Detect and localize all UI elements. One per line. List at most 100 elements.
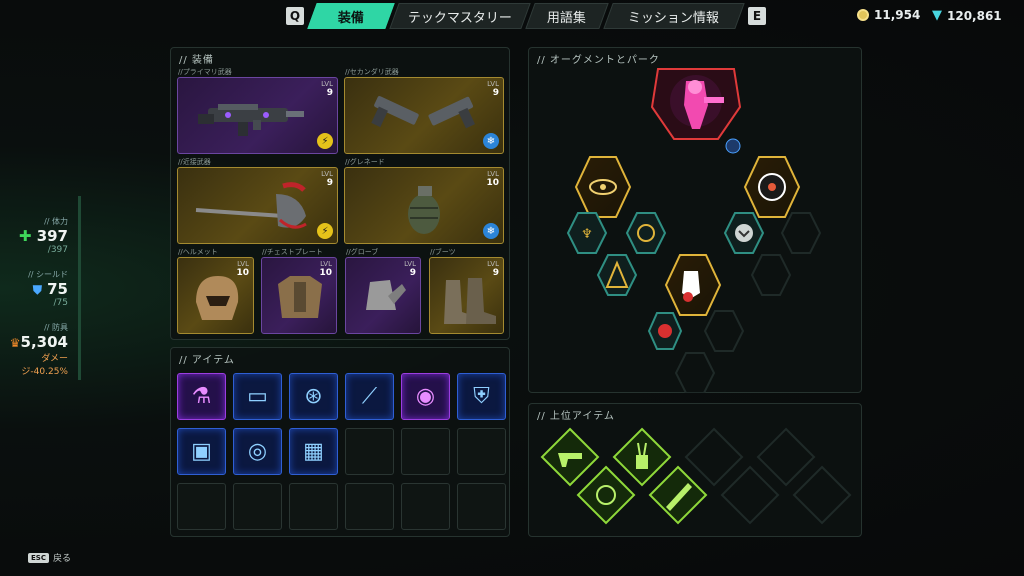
tab-tech-mastery[interactable]: テックマスタリー	[389, 3, 531, 29]
rifle-icon	[198, 104, 304, 136]
secondary-weapon-slot[interactable]: LVL 9 ❄	[344, 77, 504, 154]
gloves-label: //グローブ	[346, 248, 379, 256]
gloves-slot[interactable]: LVL 9	[345, 257, 421, 334]
yin-yang-icon	[725, 138, 741, 154]
item-slot[interactable]: ▭	[233, 373, 282, 420]
augment-shield-core[interactable]	[625, 212, 667, 254]
augment-eye[interactable]	[574, 156, 632, 218]
tab-glossary[interactable]: 用語集	[525, 3, 609, 29]
augment-bird[interactable]: ♆	[566, 212, 608, 254]
tab-next-key[interactable]: E	[748, 7, 766, 25]
svg-text:♆: ♆	[581, 227, 593, 242]
augment-compass[interactable]	[743, 156, 801, 218]
tab-bar: Q 装備 テックマスタリー 用語集 ミッション情報 E	[286, 3, 766, 29]
top-items-grid	[540, 427, 852, 525]
item-slot[interactable]: ⚗	[177, 373, 226, 420]
item-slot-empty[interactable]	[345, 428, 394, 475]
item-slot-empty[interactable]	[401, 483, 450, 530]
tab-mission-info[interactable]: ミッション情報	[603, 3, 745, 29]
melee-weapon-level: LVL 9	[321, 170, 333, 188]
empty-top-item-slots	[684, 427, 852, 525]
item-slot[interactable]: ⊛	[289, 373, 338, 420]
coin-counter: 11,954	[857, 8, 920, 22]
shield-label: // シールド	[28, 270, 68, 279]
stat-divider	[78, 196, 81, 380]
tab-prev-key[interactable]: Q	[286, 7, 304, 25]
augment-chevron[interactable]	[723, 212, 765, 254]
item-slot[interactable]: ▣	[177, 428, 226, 475]
top-item-pistol[interactable]	[540, 427, 600, 487]
shield-icon: ⛊	[32, 283, 42, 297]
boots-label: //ブーツ	[430, 248, 456, 256]
armor-label: // 防具	[44, 323, 68, 332]
gem-counter: ▼ 120,861	[932, 8, 1002, 23]
item-slot[interactable]: ◉	[401, 373, 450, 420]
helmet-label: //ヘルメット	[178, 248, 218, 256]
item-slot-empty[interactable]	[401, 428, 450, 475]
armor-damage-label: ダメー	[41, 354, 68, 364]
item-slot-empty[interactable]	[457, 428, 506, 475]
item-slot-empty[interactable]	[233, 483, 282, 530]
grenade-slot[interactable]: LVL 10 ❄	[344, 167, 504, 244]
shield-value: ⛊ 75	[32, 280, 68, 298]
back-button[interactable]: ESC 戻る	[28, 551, 71, 564]
top-item-diffuser[interactable]	[612, 427, 672, 487]
item-slot-empty[interactable]	[289, 483, 338, 530]
coin-amount: 11,954	[874, 8, 921, 22]
cartridge-icon: ▭	[247, 384, 268, 409]
armor-icon: ♛	[9, 336, 21, 350]
primary-weapon-level: LVL 9	[321, 80, 333, 98]
equipment-title: // 装備	[179, 55, 214, 66]
gem-icon: ▼	[932, 8, 942, 23]
gem-amount: 120,861	[947, 8, 1002, 23]
augment-grenade-perk[interactable]	[647, 312, 683, 350]
shield-max: /75	[53, 298, 68, 308]
esc-key: ESC	[28, 552, 49, 563]
item-slot[interactable]: ⛨	[457, 373, 506, 420]
battery-icon: ▣	[191, 439, 212, 464]
gloves-icon	[366, 280, 406, 310]
syringe-icon: ⟋	[361, 384, 378, 409]
target-core-icon: ◎	[247, 439, 268, 464]
grenade-label: //グレネード	[345, 158, 385, 166]
item-slot[interactable]: ◎	[233, 428, 282, 475]
dual-pistols-icon	[371, 96, 476, 129]
health-value: ✚ 397	[18, 227, 68, 245]
item-slot-empty[interactable]	[345, 483, 394, 530]
coin-icon	[857, 9, 869, 21]
secondary-weapon-level: LVL 9	[487, 80, 499, 98]
frost-badge-icon: ❄	[483, 133, 499, 149]
secondary-weapon-label: //セカンダリ武器	[345, 68, 399, 76]
health-max: /397	[47, 245, 68, 255]
item-slot[interactable]: ▦	[289, 428, 338, 475]
helmet-slot[interactable]: LVL 10	[177, 257, 254, 334]
item-slot-empty[interactable]	[457, 483, 506, 530]
tab-equipment[interactable]: 装備	[307, 3, 395, 29]
melee-weapon-slot[interactable]: LVL 9 ⚡	[177, 167, 338, 244]
helmet-icon	[196, 276, 239, 320]
chestplate-icon	[278, 276, 322, 318]
back-label: 戻る	[52, 554, 71, 564]
item-slot-empty[interactable]	[177, 483, 226, 530]
top-item-spiral[interactable]	[576, 465, 636, 525]
health-plus-icon: ✚	[18, 227, 32, 245]
augment-tree: ♆	[566, 68, 822, 393]
chest-icon: ▦	[303, 439, 324, 464]
boots-icon	[444, 278, 496, 324]
augment-boots[interactable]	[664, 254, 722, 316]
flask-icon: ⚗	[191, 384, 212, 409]
augment-lightning[interactable]	[596, 254, 638, 296]
primary-weapon-slot[interactable]: LVL 9 ⚡	[177, 77, 338, 154]
knuckles-icon: ⊛	[304, 384, 323, 409]
grenade-icon	[408, 186, 440, 234]
items-title: // アイテム	[179, 355, 235, 366]
primary-weapon-label: //プライマリ武器	[178, 68, 232, 76]
boots-slot[interactable]: LVL 9	[429, 257, 504, 334]
item-slot[interactable]: ⟋	[345, 373, 394, 420]
health-label: // 体力	[44, 217, 68, 226]
top-item-knife[interactable]	[648, 465, 708, 525]
chestplate-slot[interactable]: LVL 10	[261, 257, 337, 334]
frost-badge-icon-2: ❄	[483, 223, 499, 239]
character-portrait[interactable]	[650, 68, 742, 140]
lightning-badge-icon-2: ⚡	[317, 223, 333, 239]
